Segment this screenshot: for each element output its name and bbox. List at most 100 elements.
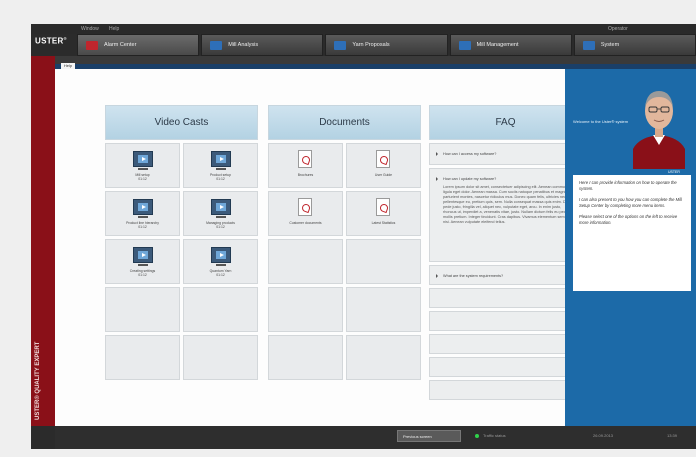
tab-mill-management[interactable]: Mill Management — [449, 34, 572, 56]
toolbar-strip — [55, 56, 696, 64]
help-paragraph: Here I can provide information on how to… — [579, 180, 677, 191]
date-label: 26.09.2013 — [593, 433, 614, 438]
help-paragraph: I can also present to you how you can co… — [579, 197, 682, 208]
alarm-icon — [86, 40, 98, 50]
document-item[interactable]: Customer documents — [268, 191, 343, 236]
video-icon — [133, 247, 153, 266]
badge-label: USTER — [668, 170, 680, 174]
faq-question: What are the system requirements? — [443, 274, 504, 278]
brand-logo: USTER® — [35, 36, 67, 46]
assistant-panel: Welcome to the Uster® system USTER Here … — [565, 69, 696, 426]
menu-help[interactable]: Help — [109, 26, 119, 32]
documents-grid: Brochures User Guide Customer documents … — [268, 143, 421, 380]
pdf-icon — [298, 198, 312, 216]
video-label: Product line hierarchy 01:12 — [126, 221, 159, 229]
empty-slot — [346, 287, 421, 332]
assistant-help-box: Here I can provide information on how to… — [573, 175, 691, 291]
document-label: Customer documents — [289, 221, 322, 225]
empty-slot — [183, 335, 258, 380]
document-label: Latest Statistics — [371, 221, 396, 225]
tab-system[interactable]: System — [573, 34, 696, 56]
tab-label: Mill Management — [476, 42, 519, 48]
pdf-icon — [376, 198, 390, 216]
bullet-icon — [436, 274, 438, 278]
document-item[interactable]: User Guide — [346, 143, 421, 188]
bullet-icon — [436, 152, 438, 156]
video-label: Mill setup 01:12 — [135, 173, 150, 181]
video-item[interactable]: Creating settings 01:12 — [105, 239, 180, 284]
user-label[interactable]: Operator — [608, 26, 628, 32]
document-item[interactable]: Brochures — [268, 143, 343, 188]
empty-slot — [429, 357, 582, 377]
video-label: Product setup 01:12 — [210, 173, 231, 181]
document-item[interactable]: Latest Statistics — [346, 191, 421, 236]
video-icon — [211, 151, 231, 170]
tab-yarn-proposals[interactable]: Yarn Proposals — [325, 34, 448, 56]
time-label: 13:39 — [667, 433, 678, 438]
faq-question: How can I access my software? — [443, 152, 497, 156]
tab-label: System — [600, 42, 620, 48]
empty-slot — [429, 380, 582, 400]
video-casts-column: Video Casts Mill setup 01:12 Product set… — [105, 105, 258, 380]
menu-bar: Window Help Operator — [31, 24, 696, 34]
tab-mill-analysis[interactable]: Mill Analysis — [201, 34, 324, 56]
documents-header: Documents — [268, 105, 421, 140]
app-window: Window Help Operator USTER® Alarm Center… — [31, 24, 696, 449]
faq-answer: Lorem ipsum dolor sit amet, consectetuer… — [443, 185, 574, 224]
faq-list: How can I access my software? How can I … — [429, 143, 582, 400]
video-item[interactable]: Product line hierarchy 01:12 — [105, 191, 180, 236]
product-name: USTER® QUALITY EXPERT — [35, 341, 41, 420]
empty-slot — [105, 287, 180, 332]
pdf-icon — [376, 150, 390, 168]
welcome-text: Welcome to the Uster® system — [573, 119, 629, 124]
video-label: Creating settings 01:12 — [129, 269, 156, 277]
menu-window[interactable]: Window — [81, 26, 99, 32]
assistant-avatar — [633, 91, 685, 169]
video-item[interactable]: Product setup 01:12 — [183, 143, 258, 188]
faq-question: How can I update my software? — [443, 177, 497, 181]
faq-item[interactable]: What are the system requirements? — [429, 265, 582, 285]
video-icon — [211, 199, 231, 218]
video-label: Quantum Yarn 01:12 — [209, 269, 232, 277]
empty-slot — [268, 239, 343, 284]
tab-alarm-center[interactable]: Alarm Center — [77, 34, 200, 56]
previous-screen-button[interactable]: Previous screen — [397, 430, 461, 442]
empty-slot — [429, 311, 582, 331]
empty-slot — [346, 239, 421, 284]
tab-label: Yarn Proposals — [352, 42, 390, 48]
faq-item-expanded[interactable]: How can I update my software? Lorem ipsu… — [429, 168, 582, 262]
video-item[interactable]: Quantum Yarn 01:12 — [183, 239, 258, 284]
sidebar: USTER® QUALITY EXPERT — [31, 56, 55, 426]
subtab-help[interactable]: Help — [61, 63, 75, 69]
empty-slot — [429, 288, 582, 308]
document-label: Brochures — [297, 173, 314, 177]
empty-slot — [429, 334, 582, 354]
empty-slot — [183, 287, 258, 332]
analysis-icon — [210, 40, 223, 50]
pdf-icon — [298, 150, 312, 168]
faq-column: FAQ How can I access my software? How ca… — [429, 105, 582, 403]
traffic-status: Traffic status — [483, 433, 506, 438]
document-label: User Guide — [374, 173, 393, 177]
empty-slot — [268, 335, 343, 380]
help-content: Help Video Casts Mill setup 01:12 Produc… — [55, 63, 582, 426]
video-icon — [133, 151, 153, 170]
yarn-icon — [334, 40, 347, 50]
video-item[interactable]: Mill setup 01:12 — [105, 143, 180, 188]
video-casts-header: Video Casts — [105, 105, 258, 140]
status-dot-icon — [475, 434, 479, 438]
tab-label: Alarm Center — [104, 42, 137, 48]
video-label: Managing products 01:12 — [206, 221, 235, 229]
faq-item[interactable]: How can I access my software? — [429, 143, 582, 165]
faq-header: FAQ — [429, 105, 582, 140]
module-tabs: Alarm Center Mill Analysis Yarn Proposal… — [77, 34, 696, 56]
documents-column: Documents Brochures User Guide Customer … — [268, 105, 421, 380]
management-icon — [458, 40, 471, 50]
video-icon — [211, 247, 231, 266]
search-icon — [582, 40, 595, 50]
empty-slot — [105, 335, 180, 380]
bullet-icon — [436, 177, 438, 181]
video-icon — [133, 199, 153, 218]
video-item[interactable]: Managing products 01:12 — [183, 191, 258, 236]
help-paragraph: Please select one of the options on the … — [579, 214, 678, 225]
